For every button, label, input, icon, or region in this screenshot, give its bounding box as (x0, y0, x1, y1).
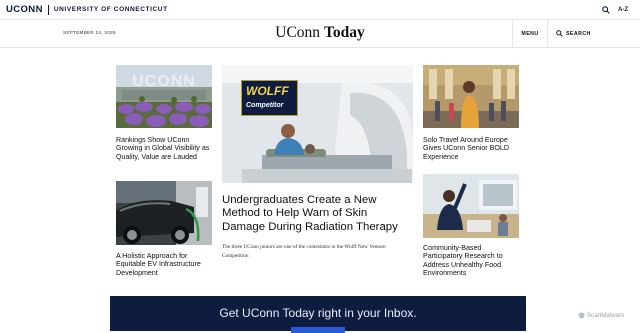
wolff-poster: WOLFF Competitor (241, 80, 298, 116)
story-image-ev[interactable] (116, 181, 212, 245)
watermark: ScanMalware (578, 312, 625, 319)
campus-sign-text: UCONN (132, 73, 196, 90)
story-title-rankings[interactable]: Rankings Show UConn Growing in Global Vi… (116, 136, 212, 161)
site-title-uconn: UConn (275, 24, 321, 41)
newsletter-text: Get UConn Today right in your Inbox. (219, 306, 417, 320)
feature-title[interactable]: Undergraduates Create a New Method to He… (222, 194, 412, 234)
story-title-travel[interactable]: Solo Travel Around Europe Gives UConn Se… (423, 136, 519, 161)
feature-subtitle: The three UConn juniors are one of the c… (222, 244, 386, 259)
watermark-text: ScanMalware (587, 312, 625, 319)
site-title-today: Today (323, 24, 365, 41)
newsletter-signup-button[interactable] (291, 327, 345, 333)
story-image-campus-sign[interactable]: UCONN (116, 65, 212, 128)
top-utilities: A-Z (602, 4, 628, 15)
story-title-research[interactable]: Community-Based Participatory Research t… (423, 244, 519, 278)
wolff-poster-sub: Competitor (246, 102, 284, 109)
newsletter-banner: Get UConn Today right in your Inbox. (110, 296, 526, 333)
search-icon[interactable] (602, 1, 610, 19)
search-label: SEARCH (566, 30, 591, 37)
university-name[interactable]: UNIVERSITY OF CONNECTICUT (54, 6, 168, 13)
brand-divider (47, 4, 49, 15)
search-button[interactable]: SEARCH (556, 30, 591, 37)
story-title-ev[interactable]: A Holistic Approach for Equitable EV Inf… (116, 252, 212, 277)
uconn-logo[interactable]: UCONN (6, 4, 43, 15)
menu-button[interactable]: MENU (512, 20, 548, 47)
search-icon (556, 30, 563, 37)
menu-label: MENU (521, 30, 539, 37)
shield-icon (578, 312, 585, 319)
story-image-research[interactable] (423, 174, 519, 238)
story-image-travel[interactable] (423, 65, 519, 128)
top-bar: UCONN UNIVERSITY OF CONNECTICUT A-Z (0, 0, 640, 20)
brand[interactable]: UCONN UNIVERSITY OF CONNECTICUT (6, 4, 168, 15)
a-z-link[interactable]: A-Z (618, 7, 628, 13)
feature-image[interactable]: WOLFF Competitor (222, 65, 413, 183)
wolff-poster-title: WOLFF (246, 84, 289, 98)
masthead: SEPTEMBER 24, 2026 UConn Today MENU SEAR… (0, 20, 640, 48)
